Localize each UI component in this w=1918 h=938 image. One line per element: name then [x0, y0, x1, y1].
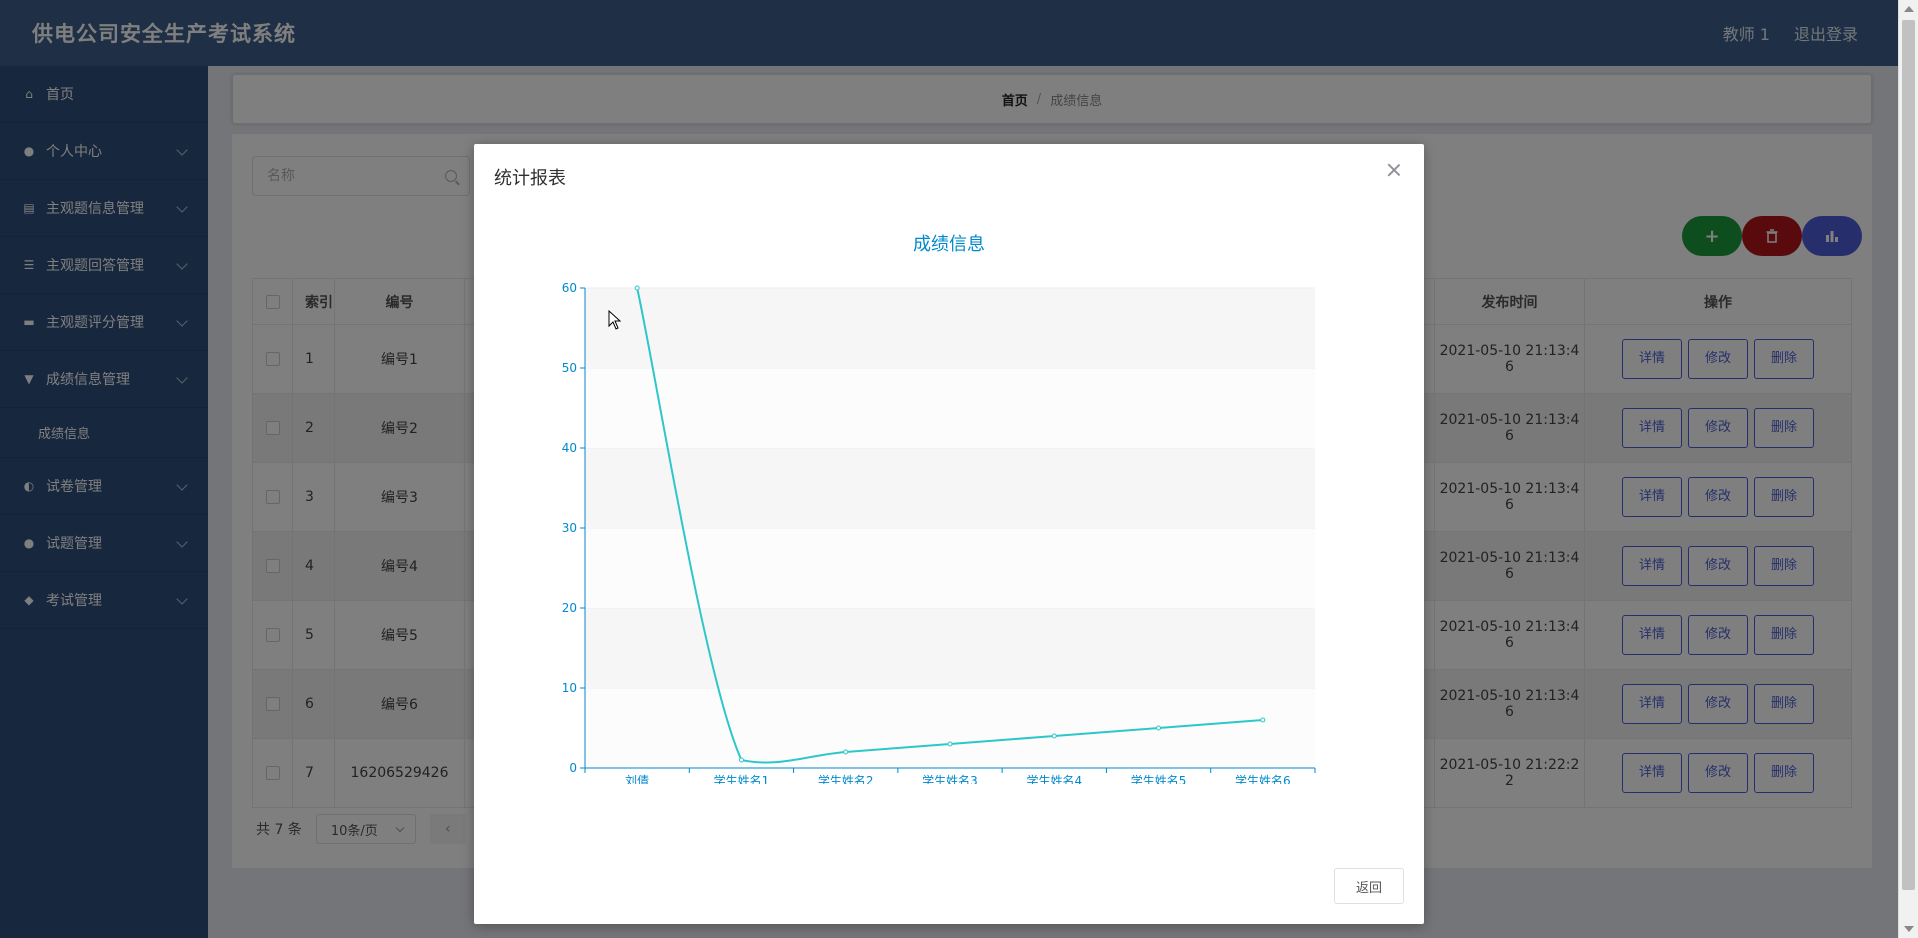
chart-data-point — [947, 741, 953, 747]
scroll-thumb[interactable] — [1902, 20, 1915, 890]
chart-data-point — [843, 749, 849, 755]
chart-x-tick-label: 学生姓名4 — [1026, 773, 1082, 784]
close-icon[interactable] — [1386, 162, 1402, 178]
mouse-cursor-icon — [608, 310, 622, 330]
chart-y-tick-label: 50 — [562, 361, 577, 375]
chart-band — [585, 448, 1315, 528]
chart-band — [585, 288, 1315, 368]
chart-x-tick-label: 学生姓名1 — [714, 773, 770, 784]
chart-x-tick-label: 学生姓名6 — [1235, 773, 1291, 784]
chart-x-tick-label: 学生姓名2 — [818, 773, 874, 784]
back-button[interactable]: 返回 — [1334, 868, 1404, 904]
chart-data-point — [1051, 733, 1057, 739]
chart-title: 成绩信息 — [913, 234, 985, 255]
chart-y-tick-label: 30 — [562, 521, 577, 535]
chart-y-tick-label: 0 — [569, 761, 577, 775]
page-scrollbar[interactable] — [1898, 0, 1918, 938]
statistics-dialog: 统计报表 成绩信息 0 10 20 30 40 50 60 刘倩 学生姓名1 学生姓名2 学生姓名3 学… — [474, 144, 1424, 924]
chart-x-tick-label: 学生姓名3 — [922, 773, 978, 784]
chart-y-tick-label: 20 — [562, 601, 577, 615]
chart-x-tick-label: 刘倩 — [625, 774, 649, 784]
chart-band — [585, 528, 1315, 608]
chart-x-tick-label: 学生姓名5 — [1131, 773, 1187, 784]
chart-y-tick-label: 40 — [562, 441, 577, 455]
chart-y-tick-label: 60 — [562, 281, 577, 295]
chart-y-tick-label: 10 — [562, 681, 577, 695]
chart-data-point — [1156, 725, 1162, 731]
scroll-down-arrow-icon[interactable] — [1904, 926, 1914, 932]
chart-data-point — [738, 757, 744, 763]
grade-line-chart: 成绩信息 0 10 20 30 40 50 60 刘倩 学生姓名1 学生姓名2 学生姓名3 学生姓名4 学… — [562, 234, 1316, 784]
chart-band — [585, 368, 1315, 448]
chart-data-point — [1260, 717, 1266, 723]
scroll-up-arrow-icon[interactable] — [1904, 6, 1914, 12]
dialog-title: 统计报表 — [494, 168, 566, 189]
chart-band — [585, 688, 1315, 768]
chart-data-point — [634, 285, 640, 291]
chart-band — [585, 608, 1315, 688]
